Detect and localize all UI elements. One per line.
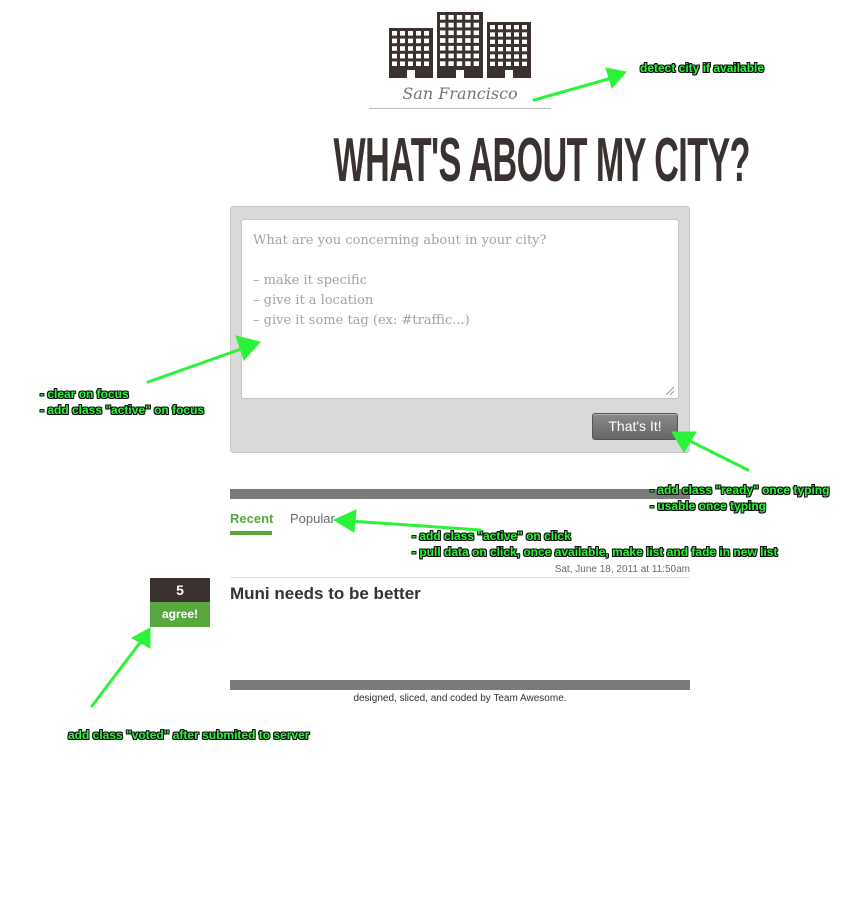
annotation-textarea-1: - clear on focus bbox=[40, 387, 129, 401]
tab-popular[interactable]: Popular bbox=[290, 511, 335, 526]
page-title: WHAT'S ABOUT MY CITY? bbox=[333, 126, 751, 195]
annotation-submit-2: - usable once typing bbox=[650, 499, 767, 513]
vote-count: 5 bbox=[150, 578, 210, 602]
buildings-logo-icon bbox=[389, 12, 531, 83]
placeholder-line: – give it a location bbox=[253, 293, 374, 308]
annotation-tabs-1: - add class "active" on click bbox=[412, 529, 571, 543]
post-timestamp: Sat, June 18, 2011 at 11:50am bbox=[554, 564, 690, 575]
placeholder-line: – give it some tag (ex: #traffic...) bbox=[253, 313, 470, 328]
tab-recent[interactable]: Recent bbox=[230, 511, 273, 526]
footer-credit: designed, sliced, and coded by Team Awes… bbox=[353, 693, 567, 704]
arrow-icon bbox=[90, 638, 144, 708]
arrow-icon bbox=[686, 438, 750, 472]
post-title[interactable]: Muni needs to be better bbox=[230, 584, 421, 604]
resize-grip-icon[interactable] bbox=[666, 387, 674, 395]
annotation-vote: add class "voted" after submited to serv… bbox=[68, 728, 310, 742]
active-tab-indicator bbox=[230, 531, 272, 535]
annotation-city: detect city if available bbox=[640, 61, 765, 75]
annotation-submit-1: - add class "ready" once typing bbox=[650, 483, 830, 497]
arrow-icon bbox=[130, 627, 151, 649]
arrow-icon bbox=[332, 509, 357, 533]
annotation-tabs-2: - pull data on click, once available, ma… bbox=[412, 545, 778, 559]
post-divider bbox=[230, 577, 690, 578]
annotation-textarea-2: - add class "active" on focus bbox=[40, 403, 205, 417]
footer-bar bbox=[230, 680, 690, 690]
agree-button[interactable]: agree! bbox=[150, 602, 210, 627]
concern-textarea[interactable]: What are you concerning about in your ci… bbox=[241, 219, 679, 399]
tabs-top-bar bbox=[230, 489, 690, 499]
city-divider bbox=[369, 108, 551, 109]
city-name: San Francisco bbox=[402, 84, 518, 103]
submit-button[interactable]: That's It! bbox=[592, 413, 678, 440]
placeholder-line: What are you concerning about in your ci… bbox=[253, 233, 547, 248]
placeholder-line: – make it specific bbox=[253, 273, 368, 288]
arrow-icon bbox=[605, 67, 627, 90]
